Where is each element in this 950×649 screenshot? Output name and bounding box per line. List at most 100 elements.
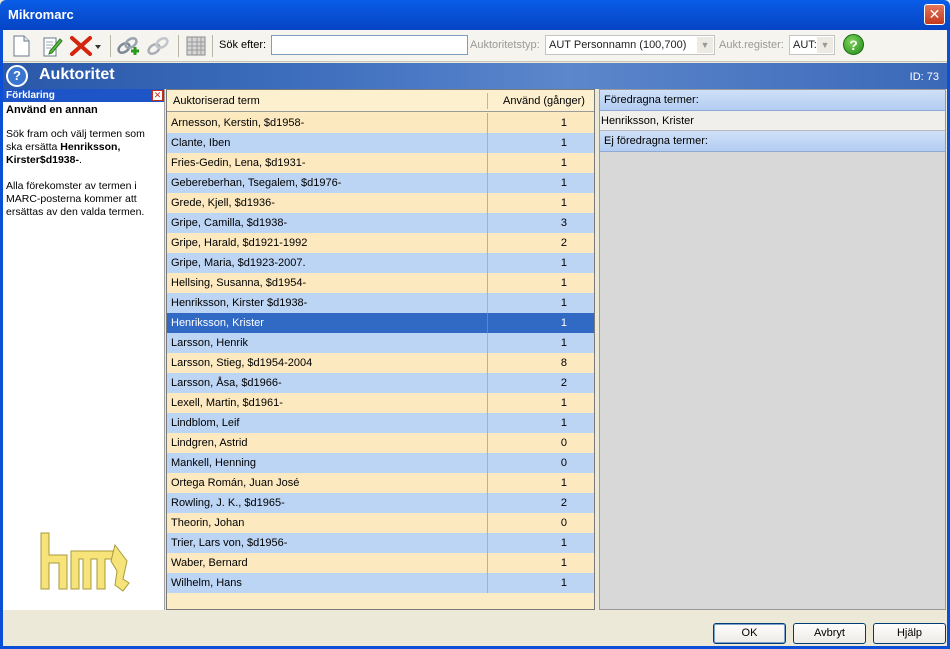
table-row[interactable]: Rowling, J. K., $d1965- 2 xyxy=(167,493,594,513)
column-divider xyxy=(487,353,488,373)
table-row[interactable]: Larsson, Åsa, $d1966- 2 xyxy=(167,373,594,393)
count-cell: 1 xyxy=(560,417,567,429)
explanation-heading: Förklaring xyxy=(6,90,55,101)
explanation-text: Sök fram och välj termen som ska ersätta… xyxy=(3,118,164,219)
term-cell: Grede, Kjell, $d1936- xyxy=(171,197,275,209)
toolbar-separator xyxy=(178,35,179,57)
new-document-icon[interactable] xyxy=(9,34,33,58)
column-divider xyxy=(487,293,488,313)
table-row[interactable]: Henriksson, Krister 1 xyxy=(167,313,594,333)
count-cell: 3 xyxy=(560,217,567,229)
count-cell: 0 xyxy=(560,457,567,469)
count-cell: 1 xyxy=(560,397,567,409)
authority-type-select[interactable]: AUT Personnamn (100,700) ▼ xyxy=(545,35,715,55)
column-divider xyxy=(487,413,488,433)
table-row[interactable]: Lindgren, Astrid 0 xyxy=(167,433,594,453)
preferred-terms-section: Föredragna termer: xyxy=(600,90,945,111)
page-title: Auktoritet xyxy=(39,66,115,83)
column-divider xyxy=(487,253,488,273)
term-cell: Rowling, J. K., $d1965- xyxy=(171,497,285,509)
table-row[interactable]: Theorin, Johan 0 xyxy=(167,513,594,533)
table-row[interactable]: Henriksson, Kirster $d1938- 1 xyxy=(167,293,594,313)
table-row[interactable]: Larsson, Henrik 1 xyxy=(167,333,594,353)
column-divider xyxy=(487,473,488,493)
toolbar-separator xyxy=(212,35,213,57)
count-cell: 1 xyxy=(560,577,567,589)
table-row[interactable]: Larsson, Stieg, $d1954-2004 8 xyxy=(167,353,594,373)
term-cell: Gripe, Maria, $d1923-2007. xyxy=(171,257,306,269)
link-icon[interactable] xyxy=(146,34,170,58)
table-row[interactable]: Lexell, Martin, $d1961- 1 xyxy=(167,393,594,413)
term-cell: Larsson, Henrik xyxy=(171,337,249,349)
term-cell: Wilhelm, Hans xyxy=(171,577,242,589)
help-icon[interactable]: ? xyxy=(843,34,864,55)
table-row[interactable]: Lindblom, Leif 1 xyxy=(167,413,594,433)
edit-document-icon[interactable] xyxy=(40,34,64,58)
authority-type-value: AUT Personnamn (100,700) xyxy=(549,39,687,51)
column-divider xyxy=(487,573,488,593)
column-header-count[interactable]: Använd (gånger) xyxy=(503,95,585,107)
table-row[interactable]: Gripe, Camilla, $d1938- 3 xyxy=(167,213,594,233)
chevron-down-icon[interactable]: ▼ xyxy=(817,37,833,53)
column-divider xyxy=(487,553,488,573)
count-cell: 1 xyxy=(560,477,567,489)
preferred-term-value[interactable]: Henriksson, Krister xyxy=(600,111,945,131)
help-button[interactable]: Hjälp xyxy=(873,623,946,644)
table-row[interactable]: Wilhelm, Hans 1 xyxy=(167,573,594,593)
table-row[interactable]: Clante, Iben 1 xyxy=(167,133,594,153)
table-row[interactable]: Gripe, Maria, $d1923-2007. 1 xyxy=(167,253,594,273)
table-row[interactable]: Trier, Lars von, $d1956- 1 xyxy=(167,533,594,553)
count-cell: 1 xyxy=(560,257,567,269)
count-cell: 1 xyxy=(560,197,567,209)
column-divider xyxy=(487,233,488,253)
count-cell: 0 xyxy=(560,437,567,449)
term-cell: Theorin, Johan xyxy=(171,517,245,529)
count-cell: 2 xyxy=(560,237,567,249)
count-cell: 1 xyxy=(560,537,567,549)
count-cell: 2 xyxy=(560,497,567,509)
search-input[interactable] xyxy=(271,35,468,55)
search-label: Sök efter: xyxy=(219,39,267,51)
column-divider xyxy=(487,493,488,513)
question-icon[interactable]: ? xyxy=(6,65,28,87)
table-row[interactable]: Grede, Kjell, $d1936- 1 xyxy=(167,193,594,213)
dropdown-arrow-icon[interactable] xyxy=(93,34,103,58)
table-row[interactable]: Mankell, Henning 0 xyxy=(167,453,594,473)
table-row[interactable]: Gripe, Harald, $d1921-1992 2 xyxy=(167,233,594,253)
close-icon[interactable]: ✕ xyxy=(924,4,945,25)
table-row[interactable]: Waber, Bernard 1 xyxy=(167,553,594,573)
close-icon[interactable]: ✕ xyxy=(152,90,163,101)
column-divider xyxy=(487,533,488,553)
chevron-down-icon[interactable]: ▼ xyxy=(697,37,713,53)
term-cell: Trier, Lars von, $d1956- xyxy=(171,537,288,549)
register-label: Aukt.register: xyxy=(719,39,784,51)
term-cell: Gripe, Camilla, $d1938- xyxy=(171,217,288,229)
register-select[interactable]: AUT: ▼ xyxy=(789,35,835,55)
table-row[interactable]: Gebereberhan, Tsegalem, $d1976- 1 xyxy=(167,173,594,193)
delete-icon[interactable] xyxy=(69,34,93,58)
table-body: Arnesson, Kerstin, $d1958- 1 Clante, Iben 1… xyxy=(167,113,594,593)
count-cell: 1 xyxy=(560,157,567,169)
table-row[interactable]: Arnesson, Kerstin, $d1958- 1 xyxy=(167,113,594,133)
table-row[interactable]: Fries-Gedin, Lena, $d1931- 1 xyxy=(167,153,594,173)
authority-terms-table: Auktoriserad term Använd (gånger) Arness… xyxy=(166,89,595,610)
cancel-button[interactable]: Avbryt xyxy=(793,623,866,644)
count-cell: 1 xyxy=(560,137,567,149)
count-cell: 2 xyxy=(560,377,567,389)
term-cell: Ortega Román, Juan José xyxy=(171,477,300,489)
explanation-header: Förklaring ✕ xyxy=(3,89,164,102)
table-row[interactable]: Ortega Román, Juan José 1 xyxy=(167,473,594,493)
toolbar: Sök efter: Auktoritetstyp: AUT Personnam… xyxy=(3,30,947,62)
ok-button[interactable]: OK xyxy=(713,623,786,644)
link-add-icon[interactable] xyxy=(116,34,140,58)
table-row[interactable]: Hellsing, Susanna, $d1954- 1 xyxy=(167,273,594,293)
term-cell: Hellsing, Susanna, $d1954- xyxy=(171,277,307,289)
column-header-term[interactable]: Auktoriserad term xyxy=(173,95,260,107)
column-divider xyxy=(487,193,488,213)
term-cell: Gebereberhan, Tsegalem, $d1976- xyxy=(171,177,342,189)
column-divider xyxy=(487,133,488,153)
count-cell: 1 xyxy=(560,297,567,309)
table-grid-icon[interactable] xyxy=(184,34,208,58)
term-details-panel: Föredragna termer: Henriksson, Krister E… xyxy=(599,89,946,610)
section-header: ? Auktoritet ID: 73 xyxy=(3,63,947,89)
